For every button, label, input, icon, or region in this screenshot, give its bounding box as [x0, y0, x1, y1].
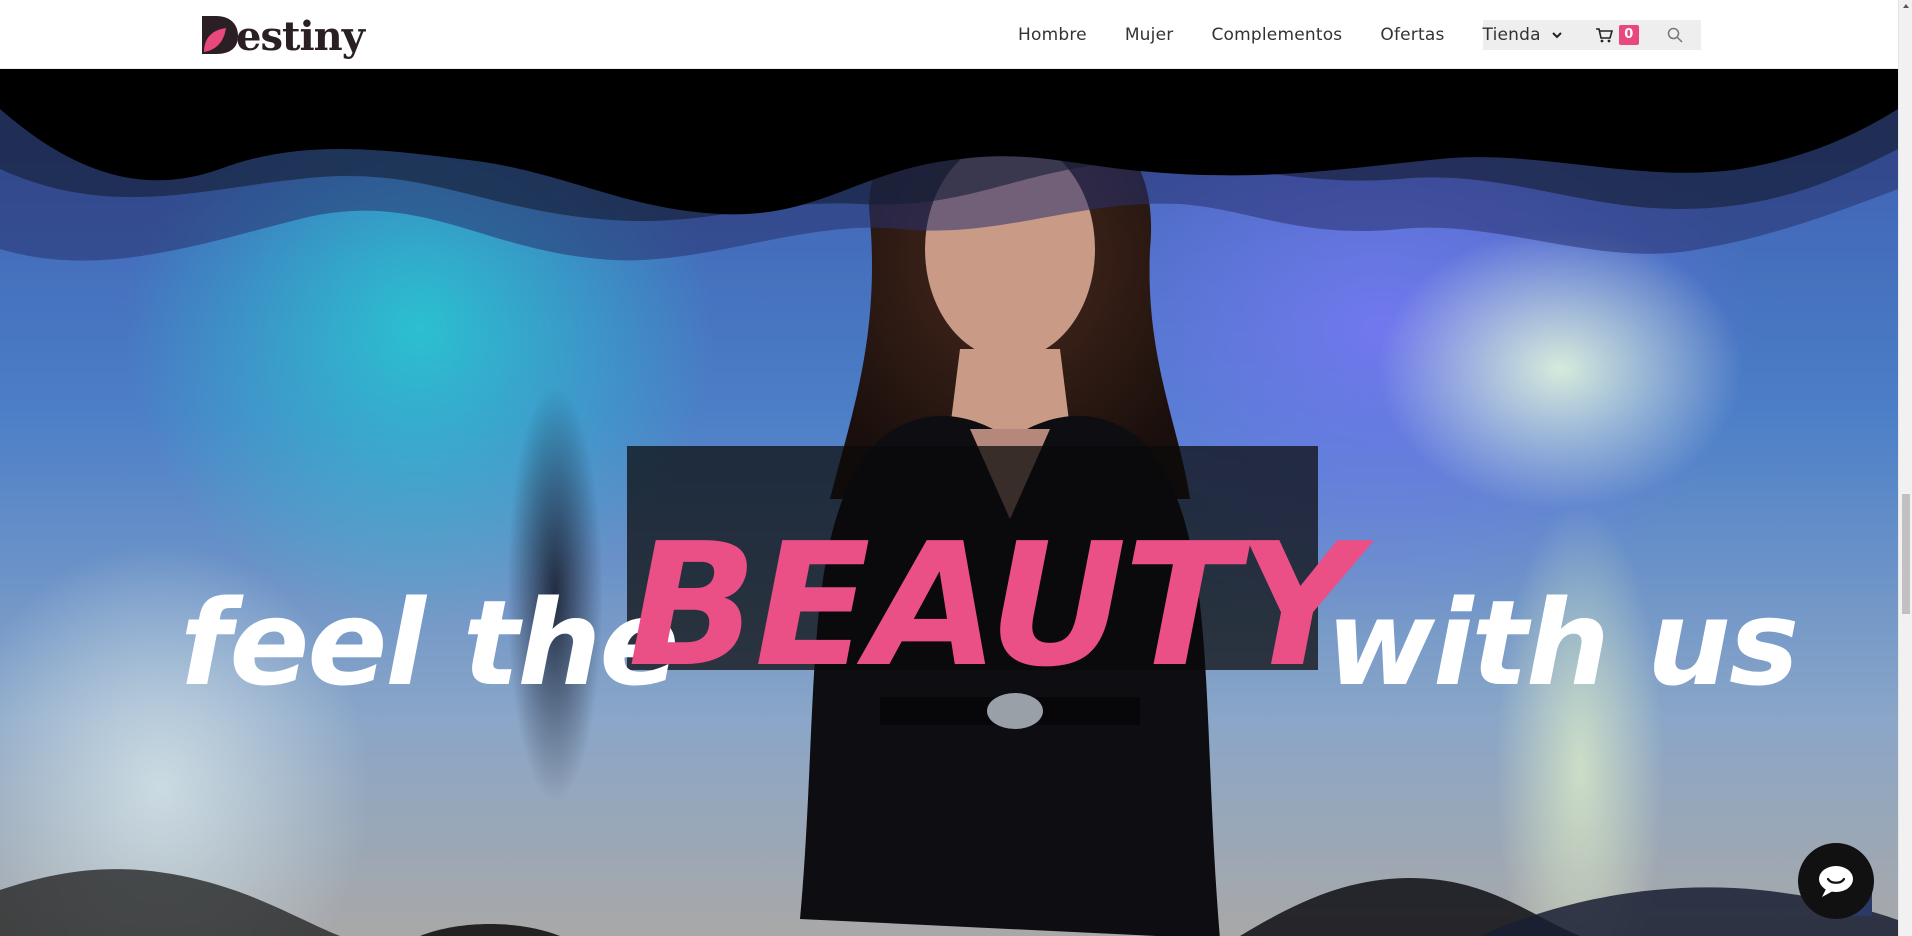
- nav-item-mujer[interactable]: Mujer: [1125, 25, 1174, 45]
- site-header: estiny Hombre Mujer Complementos Ofertas…: [0, 0, 1898, 69]
- headline-highlight: BEAUTY: [628, 507, 1360, 705]
- nav-item-hombre[interactable]: Hombre: [1018, 25, 1087, 45]
- nav-item-complementos[interactable]: Complementos: [1211, 25, 1342, 45]
- nav-item-tienda-label: Tienda: [1482, 25, 1541, 45]
- search-button[interactable]: [1648, 20, 1701, 50]
- nav-item-tienda[interactable]: Tienda: [1482, 20, 1567, 50]
- top-wave-decoration: [0, 69, 1898, 261]
- hero-headline: feel the BEAUTY with us: [180, 469, 1799, 712]
- bottom-wave-decoration: [0, 869, 1898, 936]
- arrow-up-icon[interactable]: [1902, 2, 1910, 10]
- logo[interactable]: estiny: [198, 8, 365, 60]
- main-nav: Hombre Mujer Complementos Ofertas Tienda…: [1018, 20, 1701, 50]
- cart-button[interactable]: 0: [1566, 20, 1649, 50]
- logo-text: estiny: [236, 13, 365, 60]
- scrollbar-thumb[interactable]: [1902, 494, 1910, 614]
- chat-icon: [1819, 866, 1853, 897]
- headline-part-2: with us: [1326, 574, 1799, 712]
- chat-button[interactable]: [1798, 843, 1874, 919]
- headline-part-1: feel the: [180, 574, 679, 712]
- logo-d-mark: [202, 16, 238, 54]
- page-scrollbar[interactable]: [1898, 0, 1912, 936]
- chevron-down-icon: [1552, 32, 1562, 39]
- cart-icon: [1595, 28, 1613, 43]
- nav-item-ofertas[interactable]: Ofertas: [1380, 25, 1444, 45]
- cart-count-badge: 0: [1618, 25, 1639, 45]
- search-icon: [1667, 27, 1683, 43]
